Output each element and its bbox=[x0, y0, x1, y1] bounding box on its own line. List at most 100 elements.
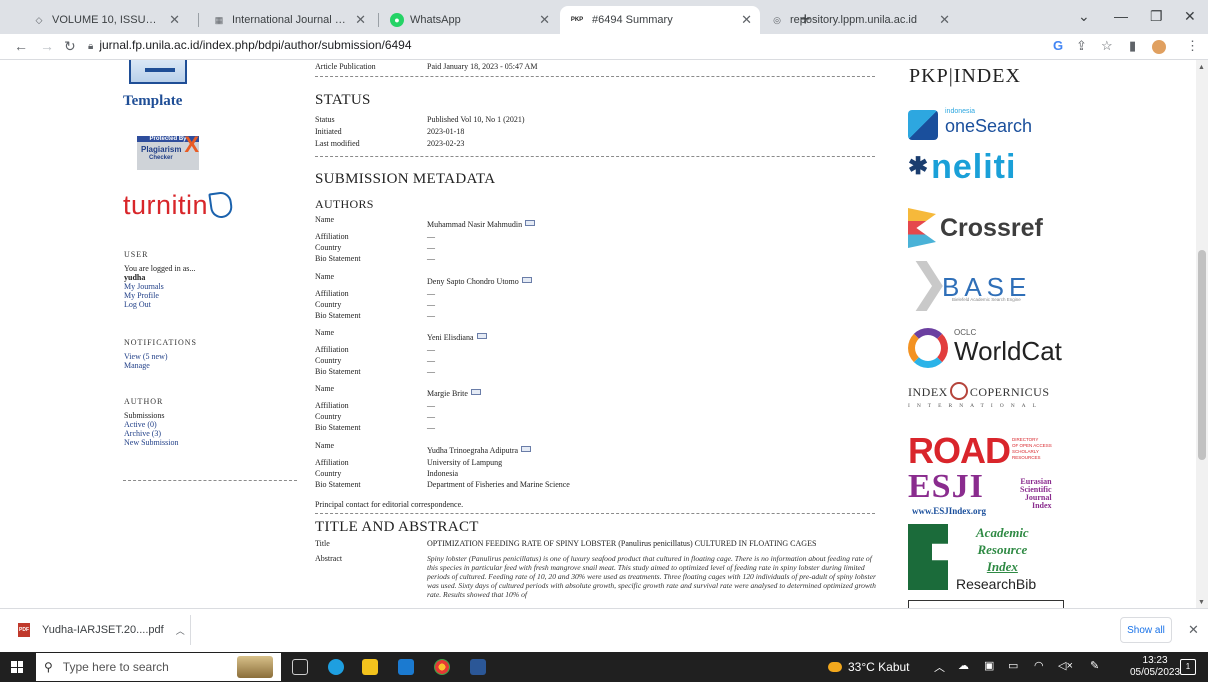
scrollbar-thumb[interactable] bbox=[1198, 250, 1206, 460]
author-name: Yeni Elisdiana bbox=[427, 333, 474, 342]
esji-logo[interactable]: ESJI bbox=[908, 468, 984, 506]
notifications-heading: NOTIFICATIONS bbox=[124, 338, 197, 347]
author-country: — bbox=[427, 412, 435, 421]
task-view-icon[interactable] bbox=[292, 659, 308, 675]
tab-submission-summary[interactable]: PKP #6494 Summary ✕ bbox=[560, 6, 760, 34]
tab-international-journal[interactable]: ▦ International Journal with DOI Pu ✕ bbox=[204, 6, 374, 34]
divider bbox=[123, 480, 297, 481]
copernicus-mark-icon bbox=[949, 382, 968, 400]
edge-icon[interactable] bbox=[328, 659, 344, 675]
scroll-up-icon[interactable]: ▲ bbox=[1198, 64, 1205, 71]
academic-resource-index-logo[interactable]: Academic Resource Index ResearchBib bbox=[908, 522, 1068, 592]
share-icon[interactable]: ⇪ bbox=[1076, 38, 1087, 54]
close-icon[interactable]: ✕ bbox=[169, 12, 180, 28]
esji-url[interactable]: www.ESJIndex.org bbox=[912, 506, 986, 516]
weather-icon bbox=[828, 662, 842, 672]
manage-notifications-link[interactable]: Manage bbox=[124, 361, 197, 370]
weather-widget[interactable]: 33°C Kabut bbox=[828, 660, 910, 674]
archive-submissions-link[interactable]: Archive (3) bbox=[124, 429, 178, 438]
index-copernicus-logo[interactable]: INDEX COPERNICUS INTERNATIONAL bbox=[908, 382, 1068, 409]
submission-metadata-heading: SUBMISSION METADATA bbox=[315, 171, 496, 187]
chevron-up-icon[interactable]: ︿ bbox=[176, 624, 185, 637]
tab-volume[interactable]: ◇ VOLUME 10, ISSUE 5, MAY 2023 / ✕ bbox=[24, 6, 188, 34]
device-icon[interactable]: ▣ bbox=[984, 659, 994, 672]
restore-icon[interactable]: ❐ bbox=[1150, 8, 1163, 25]
wifi-icon[interactable]: ◠ bbox=[1034, 659, 1044, 672]
base-logo[interactable]: ❯ BASE Bielefeld Academic Search Engine bbox=[908, 257, 1058, 307]
tab-repository[interactable]: ◎ repository.lppm.unila.ac.id ✕ bbox=[762, 6, 958, 34]
email-icon[interactable] bbox=[525, 220, 536, 226]
new-submission-link[interactable]: New Submission bbox=[124, 438, 178, 447]
crossref-logo[interactable]: Crossref bbox=[908, 208, 1043, 248]
active-submissions-link[interactable]: Active (0) bbox=[124, 420, 178, 429]
chrome-icon[interactable] bbox=[434, 659, 450, 675]
new-tab-button[interactable]: + bbox=[800, 9, 811, 30]
back-icon[interactable]: ← bbox=[14, 38, 28, 54]
pkp-icon: PKP bbox=[570, 17, 584, 23]
template-link[interactable]: Template bbox=[123, 93, 182, 110]
onesearch-logo[interactable]: indonesia oneSearch bbox=[908, 108, 1058, 142]
close-icon[interactable]: ✕ bbox=[741, 12, 752, 28]
author-affiliation: — bbox=[427, 345, 435, 354]
notification-center-icon[interactable]: 1 bbox=[1180, 659, 1196, 675]
volume-icon[interactable]: ◁× bbox=[1058, 659, 1073, 672]
scroll-down-icon[interactable]: ▼ bbox=[1198, 599, 1205, 606]
google-icon[interactable]: G bbox=[1053, 38, 1063, 53]
pkp-index-logo[interactable]: PKP|INDEX bbox=[909, 65, 1021, 88]
tab-whatsapp[interactable]: ● WhatsApp ✕ bbox=[382, 6, 558, 34]
close-icon[interactable]: ✕ bbox=[1188, 622, 1199, 638]
close-icon[interactable]: ✕ bbox=[539, 12, 550, 28]
windows-start-icon[interactable] bbox=[11, 661, 23, 673]
email-icon[interactable] bbox=[470, 389, 481, 395]
view-notifications-link[interactable]: View (5 new) bbox=[124, 352, 197, 361]
author-name: Muhammad Nasir Mahmudin bbox=[427, 220, 523, 229]
turnitin-logo[interactable]: turnitin bbox=[123, 190, 234, 221]
status-heading: STATUS bbox=[315, 92, 371, 108]
author-name: Deny Sapto Chondro Utomo bbox=[427, 277, 519, 286]
star-icon[interactable]: ☆ bbox=[1101, 38, 1113, 54]
neliti-logo[interactable]: ✱neliti bbox=[908, 148, 1016, 187]
author-name: Yudha Trinoegraha Adiputra bbox=[427, 446, 519, 455]
author-country: — bbox=[427, 356, 435, 365]
show-hidden-icons[interactable]: ︿ bbox=[934, 659, 945, 675]
menu-icon[interactable]: ⋮ bbox=[1186, 38, 1199, 54]
profile-avatar[interactable] bbox=[1152, 40, 1166, 54]
email-icon[interactable] bbox=[521, 277, 532, 283]
forward-icon[interactable]: → bbox=[40, 38, 54, 54]
email-icon[interactable] bbox=[521, 446, 532, 452]
page-scrollbar[interactable]: ▲ ▼ bbox=[1196, 60, 1208, 608]
download-item[interactable]: PDF Yudha-IARJSET.20....pdf ︿ bbox=[18, 623, 185, 637]
author-country: — bbox=[427, 243, 435, 252]
pen-icon[interactable]: ✎ bbox=[1090, 659, 1099, 672]
word-icon[interactable] bbox=[470, 659, 486, 675]
tab-search-icon[interactable]: ⌄ bbox=[1078, 8, 1090, 25]
window-close-icon[interactable]: ✕ bbox=[1184, 8, 1196, 25]
my-journals-link[interactable]: My Journals bbox=[124, 282, 195, 291]
search-icon: ⚲ bbox=[44, 660, 53, 674]
sidepanel-icon[interactable]: ▮ bbox=[1129, 38, 1136, 54]
mail-icon[interactable] bbox=[398, 659, 414, 675]
file-explorer-icon[interactable] bbox=[362, 659, 378, 675]
road-logo[interactable]: ROAD bbox=[908, 430, 1011, 472]
system-clock[interactable]: 13:23 05/05/2023 bbox=[1130, 655, 1180, 679]
road-subtitle: DIRECTORY OF OPEN ACCESS SCHOLARLY RESOU… bbox=[1012, 437, 1052, 460]
log-out-link[interactable]: Log Out bbox=[124, 300, 195, 309]
plagiarism-checker-logo[interactable]: Protected By Plagiarism Checker X bbox=[137, 134, 199, 174]
battery-icon[interactable]: ▭ bbox=[1008, 659, 1018, 672]
address-bar[interactable]: 🔒︎ jurnal.fp.unila.ac.id/index.php/bdpi/a… bbox=[88, 38, 412, 52]
onesearch-mark-icon bbox=[908, 110, 938, 140]
close-icon[interactable]: ✕ bbox=[939, 12, 950, 28]
my-profile-link[interactable]: My Profile bbox=[124, 291, 195, 300]
taskbar-search-input[interactable]: ⚲ Type here to search bbox=[36, 653, 281, 681]
minimize-icon[interactable]: — bbox=[1114, 8, 1128, 24]
worldcat-logo[interactable]: OCLC WorldCat bbox=[908, 324, 1068, 374]
show-all-button[interactable]: Show all bbox=[1120, 617, 1172, 643]
reload-icon[interactable]: ↻ bbox=[64, 38, 76, 55]
close-icon[interactable]: ✕ bbox=[355, 12, 366, 28]
onedrive-icon[interactable]: ☁ bbox=[958, 659, 969, 672]
author-bio: — bbox=[427, 311, 435, 320]
template-document-icon[interactable] bbox=[129, 60, 187, 84]
email-icon[interactable] bbox=[476, 333, 487, 339]
page-icon: ◇ bbox=[35, 14, 43, 25]
worldcat-swirl-icon bbox=[908, 328, 948, 368]
